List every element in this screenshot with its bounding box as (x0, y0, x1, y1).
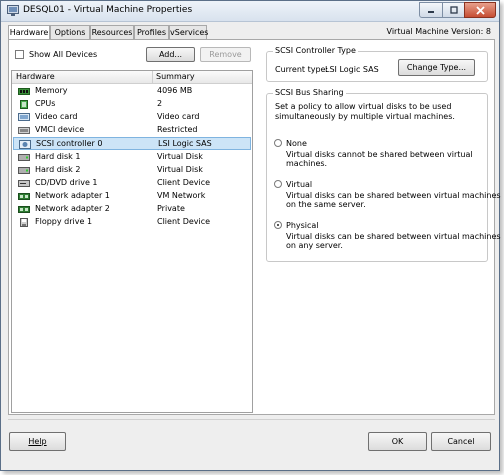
current-type-value: LSI Logic SAS (325, 65, 379, 74)
floppy-icon (20, 218, 28, 227)
hardware-name: VMCI device (35, 125, 85, 134)
radio-virtual[interactable] (274, 180, 282, 188)
hardware-summary: 4096 MB (157, 86, 193, 95)
hardware-summary: LSI Logic SAS (158, 139, 212, 148)
hard-disk-icon (18, 154, 30, 161)
option-virtual-desc-line-1: Virtual disks can be shared between virt… (286, 191, 501, 200)
window-title: DESQL01 - Virtual Machine Properties (23, 5, 193, 15)
hardware-summary: Private (157, 204, 185, 213)
scsi-controller-type-group: SCSI Controller Type Current type: LSI L… (266, 46, 488, 82)
close-button[interactable] (464, 2, 496, 18)
hardware-name: Hard disk 2 (35, 165, 81, 174)
scsi-bus-sharing-title: SCSI Bus Sharing (273, 88, 346, 97)
show-all-devices-checkbox[interactable] (15, 50, 24, 59)
hardware-row-vmci-device[interactable]: VMCI device Restricted (13, 124, 251, 137)
video-card-icon (18, 113, 30, 121)
tab-hardware[interactable]: Hardware (8, 25, 50, 40)
hardware-summary: Client Device (157, 178, 211, 187)
hardware-summary: Virtual Disk (157, 165, 203, 174)
footer-divider (8, 419, 495, 420)
hardware-name: Network adapter 1 (35, 191, 110, 200)
hard-disk-icon (18, 167, 30, 174)
remove-button[interactable]: Remove (200, 47, 251, 62)
hardware-summary: Video card (157, 112, 200, 121)
hardware-row-network-adapter-1[interactable]: Network adapter 1 VM Network (13, 190, 251, 203)
hardware-name: CPUs (35, 99, 56, 108)
cd-dvd-icon (18, 180, 30, 187)
hardware-name: Network adapter 2 (35, 204, 110, 213)
tab-options[interactable]: Options (50, 25, 90, 39)
option-none-label[interactable]: None (286, 139, 307, 148)
cpu-icon (20, 100, 28, 109)
hardware-list[interactable]: Hardware Summary Memory 4096 MB CPUs 2 V… (11, 70, 253, 413)
hardware-row-network-adapter-2[interactable]: Network adapter 2 Private (13, 203, 251, 216)
vm-properties-window: DESQL01 - Virtual Machine Properties Har… (0, 0, 501, 471)
add-button[interactable]: Add... (146, 47, 195, 62)
hardware-name: Video card (35, 112, 78, 121)
scsi-controller-icon (19, 140, 31, 149)
option-physical-desc-line-2: on any server. (286, 241, 343, 250)
hardware-name: Floppy drive 1 (35, 217, 93, 226)
option-physical-desc-line-1: Virtual disks can be shared between virt… (286, 232, 501, 241)
vm-version-label: Virtual Machine Version: 8 (386, 27, 491, 36)
hardware-name: SCSI controller 0 (36, 139, 103, 148)
hardware-row-memory[interactable]: Memory 4096 MB (13, 85, 251, 98)
hardware-name: CD/DVD drive 1 (35, 178, 98, 187)
tab-resources[interactable]: Resources (90, 25, 134, 39)
help-button[interactable]: Help (9, 432, 66, 451)
ok-button[interactable]: OK (368, 432, 427, 451)
bus-sharing-description-line-2: simultaneously by multiple virtual machi… (275, 112, 455, 121)
hardware-row-hard-disk-1[interactable]: Hard disk 1 Virtual Disk (13, 151, 251, 164)
minimize-icon (428, 11, 434, 13)
radio-physical[interactable] (274, 221, 282, 229)
option-none-desc-line-2: machines. (286, 159, 328, 168)
vmci-device-icon (18, 127, 30, 134)
current-type-label: Current type: (275, 65, 329, 74)
hardware-row-hard-disk-2[interactable]: Hard disk 2 Virtual Disk (13, 164, 251, 177)
change-type-button[interactable]: Change Type... (398, 59, 475, 76)
hardware-summary: Restricted (157, 125, 198, 134)
maximize-button[interactable] (442, 2, 465, 18)
scsi-controller-type-title: SCSI Controller Type (273, 46, 358, 55)
network-adapter-icon (18, 193, 30, 200)
close-icon (475, 5, 485, 15)
tab-profiles[interactable]: Profiles (134, 25, 169, 39)
hardware-row-scsi-controller[interactable]: SCSI controller 0 LSI Logic SAS (13, 137, 251, 150)
scsi-bus-sharing-group: SCSI Bus Sharing Set a policy to allow v… (266, 88, 501, 262)
option-physical-label[interactable]: Physical (286, 221, 319, 230)
hardware-row-cpus[interactable]: CPUs 2 (13, 98, 251, 111)
hardware-name: Memory (35, 86, 68, 95)
cancel-button[interactable]: Cancel (431, 432, 491, 451)
network-adapter-icon (18, 206, 30, 213)
maximize-icon (449, 6, 458, 14)
memory-icon (18, 88, 30, 95)
hardware-row-video-card[interactable]: Video card Video card (13, 111, 251, 124)
option-virtual-label[interactable]: Virtual (286, 180, 312, 189)
column-header-hardware[interactable]: Hardware (16, 72, 55, 81)
vm-icon (7, 5, 19, 16)
hardware-summary: Client Device (157, 217, 211, 226)
hardware-list-header: Hardware Summary (12, 71, 252, 84)
minimize-button[interactable] (419, 2, 443, 18)
hardware-row-cd-dvd-drive[interactable]: CD/DVD drive 1 Client Device (13, 177, 251, 190)
column-divider[interactable] (152, 71, 153, 83)
show-all-devices-label: Show All Devices (29, 50, 98, 59)
hardware-summary: Virtual Disk (157, 152, 203, 161)
option-virtual-desc-line-2: on the same server. (286, 200, 366, 209)
tab-vservices[interactable]: vServices (169, 25, 208, 39)
hardware-row-floppy-drive[interactable]: Floppy drive 1 Client Device (13, 216, 251, 229)
title-bar[interactable]: DESQL01 - Virtual Machine Properties (1, 1, 499, 22)
radio-none[interactable] (274, 139, 282, 147)
hardware-name: Hard disk 1 (35, 152, 81, 161)
hardware-summary: 2 (157, 99, 163, 108)
bus-sharing-description-line-1: Set a policy to allow virtual disks to b… (275, 102, 452, 111)
hardware-summary: VM Network (157, 191, 206, 200)
option-none-desc-line-1: Virtual disks cannot be shared between v… (286, 150, 473, 159)
column-header-summary[interactable]: Summary (156, 72, 195, 81)
